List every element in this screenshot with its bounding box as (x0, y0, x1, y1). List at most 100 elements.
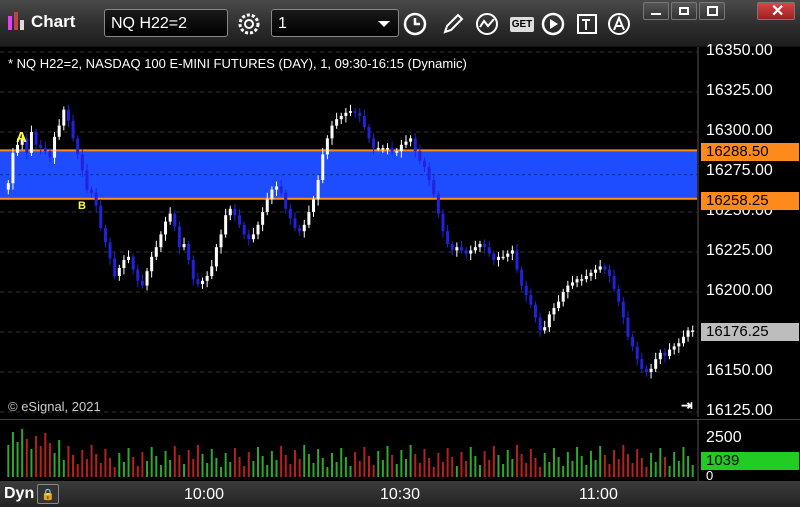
text-tool-button[interactable] (574, 11, 600, 37)
dynamic-mode[interactable]: Dyn 🔒 (4, 484, 60, 504)
volume-bar (7, 445, 10, 477)
candle-body (450, 244, 454, 251)
volume-bar (358, 461, 361, 477)
candle-body (409, 138, 413, 142)
volume-bar (552, 448, 555, 477)
volume-bar (469, 447, 472, 477)
volume-bar (326, 467, 329, 477)
symbol-value: NQ H22=2 (111, 15, 188, 32)
candle-body (441, 213, 445, 232)
volume-bar (668, 466, 671, 477)
minimize-icon (651, 13, 661, 15)
price-axis-label: 16300.00 (706, 122, 773, 139)
candle-body (524, 285, 528, 296)
volume-bar (543, 453, 546, 477)
volume-bar (215, 458, 218, 477)
candle-body (16, 144, 20, 153)
volume-bar (192, 459, 195, 477)
symbol-settings-button[interactable] (236, 11, 262, 37)
candle-body (496, 256, 500, 260)
studies-button[interactable] (474, 11, 500, 37)
alert-a-icon (608, 13, 630, 35)
alerts-button[interactable] (606, 11, 632, 37)
volume-bar (280, 446, 283, 477)
candle-body (140, 280, 144, 286)
candle-body (631, 336, 635, 347)
draw-tools-button[interactable] (440, 11, 466, 37)
volume-bar (146, 461, 149, 477)
minimize-button[interactable] (643, 2, 669, 20)
scroll-to-end-icon[interactable]: ⇥ (681, 397, 693, 414)
volume-bar (132, 457, 135, 477)
chart-header: * NQ H22=2, NASDAQ 100 E-MINI FUTURES (D… (8, 56, 467, 71)
last-volume-label: 1039 (701, 452, 799, 470)
candle-body (381, 148, 385, 150)
candle-body (43, 148, 47, 152)
volume-bar (640, 458, 643, 477)
volume-bar (599, 446, 602, 477)
price-chart[interactable] (0, 47, 800, 417)
volume-bar (622, 445, 625, 477)
restore-button[interactable] (671, 2, 697, 20)
volume-bar (650, 453, 653, 477)
candle-body (238, 215, 242, 225)
volume-bar (331, 453, 334, 477)
close-button[interactable]: ✕ (757, 2, 795, 20)
candle-body (316, 180, 320, 200)
volume-bar (25, 439, 28, 477)
time-template-button[interactable] (402, 11, 428, 37)
volume-bar (497, 455, 500, 477)
volume-bar (673, 452, 676, 477)
volume-bar (298, 459, 301, 477)
volume-bar (626, 454, 629, 477)
volume-bar (224, 453, 227, 477)
volume-bar (451, 457, 454, 477)
volume-bar (289, 464, 292, 477)
text-icon (577, 14, 597, 34)
candle-body (182, 244, 186, 248)
candle-body (191, 260, 195, 280)
volume-bar (432, 467, 435, 477)
symbol-input[interactable]: NQ H22=2 (104, 9, 228, 37)
candle-body (640, 359, 644, 369)
candle-body (612, 276, 616, 289)
interval-select[interactable]: 1 (271, 9, 399, 37)
candle-body (66, 109, 70, 121)
candle-body (53, 136, 57, 158)
candle-body (108, 242, 112, 259)
candle-body (691, 330, 695, 332)
candle-body (270, 189, 274, 200)
candle-body (242, 224, 246, 235)
candle-body (288, 208, 292, 219)
volume-bar (53, 453, 56, 477)
candle-body (344, 112, 348, 116)
volume-bar (446, 448, 449, 477)
volume-bar (201, 454, 204, 477)
volume-bar (206, 463, 209, 477)
candle-body (681, 336, 685, 344)
candle-body (570, 282, 574, 286)
volume-bar (312, 463, 315, 477)
volume-bar (409, 445, 412, 477)
volume-bar (62, 460, 65, 477)
candle-body (492, 253, 496, 260)
candle-body (635, 346, 639, 360)
volume-bar (150, 447, 153, 477)
volume-bar (520, 454, 523, 477)
close-icon: ✕ (771, 3, 785, 20)
replay-button[interactable] (540, 11, 566, 37)
volume-bar (372, 465, 375, 477)
volume-bar (687, 456, 690, 477)
lock-icon[interactable]: 🔒 (37, 484, 60, 504)
candle-body (39, 144, 43, 148)
get-data-button[interactable]: GET (507, 11, 537, 37)
candle-body (34, 132, 38, 145)
marker-a: A (16, 129, 27, 146)
maximize-button[interactable] (699, 2, 725, 20)
candle-body (6, 183, 10, 190)
candle-body (117, 268, 121, 276)
candle-body (654, 359, 658, 369)
volume-bar (30, 449, 33, 477)
copyright-label: © eSignal, 2021 (8, 399, 101, 414)
title-bar: Chart NQ H22=2 1 GET ✕ (0, 0, 800, 47)
